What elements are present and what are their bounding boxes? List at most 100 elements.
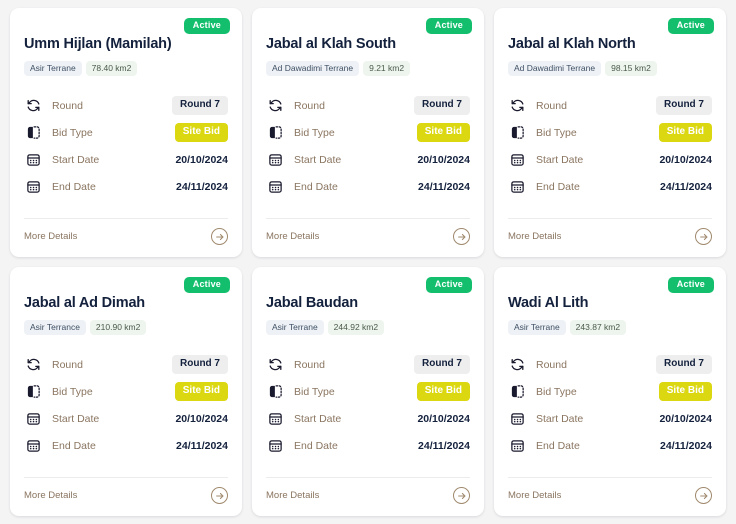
status-badge: Active: [184, 277, 230, 293]
status-badge: Active: [668, 277, 714, 293]
tag-row: Asir Terrane 244.92 km2: [266, 320, 470, 336]
tender-card-6[interactable]: Active Wadi Al Lith Asir Terrane 243.87 …: [494, 267, 726, 516]
end-date-value: 24/11/2024: [660, 181, 712, 193]
refresh-cycle-icon: [266, 97, 284, 115]
card-title: Wadi Al Lith: [508, 295, 712, 312]
refresh-cycle-icon: [24, 356, 42, 374]
row-label-start-date: Start Date: [52, 413, 175, 425]
card-footer[interactable]: More Details: [266, 478, 470, 506]
terrane-tag: Asir Terrance: [24, 320, 86, 336]
row-label-end-date: End Date: [52, 440, 176, 452]
contrast-split-icon: [508, 383, 526, 401]
tender-card-grid: Active Umm Hijlan (Mamilah) Asir Terrane…: [0, 0, 736, 524]
start-date-value: 20/10/2024: [417, 154, 470, 166]
row-label-bid-type: Bid Type: [52, 127, 175, 139]
status-badge: Active: [426, 18, 472, 34]
card-footer[interactable]: More Details: [266, 219, 470, 247]
row-round: Round Round 7: [266, 92, 470, 119]
row-end-date: End Date 24/11/2024: [266, 173, 470, 200]
calendar-icon: [508, 437, 526, 455]
area-tag: 210.90 km2: [90, 320, 146, 336]
arrow-right-circle-icon[interactable]: [453, 487, 470, 504]
more-details-label[interactable]: More Details: [24, 231, 77, 242]
row-end-date: End Date 24/11/2024: [508, 432, 712, 459]
card-title: Umm Hijlan (Mamilah): [24, 36, 228, 53]
end-date-value: 24/11/2024: [418, 440, 470, 452]
row-bid-type: Bid Type Site Bid: [266, 378, 470, 405]
more-details-label[interactable]: More Details: [24, 490, 77, 501]
arrow-right-circle-icon[interactable]: [453, 228, 470, 245]
row-label-end-date: End Date: [294, 181, 418, 193]
start-date-value: 20/10/2024: [175, 154, 228, 166]
more-details-label[interactable]: More Details: [266, 490, 319, 501]
row-round: Round Round 7: [508, 351, 712, 378]
calendar-icon: [508, 178, 526, 196]
row-label-start-date: Start Date: [294, 413, 417, 425]
terrane-tag: Asir Terrane: [508, 320, 566, 336]
card-footer[interactable]: More Details: [508, 478, 712, 506]
tender-card-2[interactable]: Active Jabal al Klah South Ad Dawadimi T…: [252, 8, 484, 257]
bid-type-value: Site Bid: [659, 123, 712, 142]
tender-card-3[interactable]: Active Jabal al Klah North Ad Dawadimi T…: [494, 8, 726, 257]
detail-rows: Round Round 7 Bid Type Site Bid: [266, 92, 470, 200]
more-details-label[interactable]: More Details: [508, 231, 561, 242]
calendar-icon: [24, 151, 42, 169]
bid-type-value: Site Bid: [417, 382, 470, 401]
row-end-date: End Date 24/11/2024: [266, 432, 470, 459]
tag-row: Ad Dawadimi Terrane 98.15 km2: [508, 61, 712, 77]
row-start-date: Start Date 20/10/2024: [508, 146, 712, 173]
arrow-right-circle-icon[interactable]: [695, 487, 712, 504]
card-footer[interactable]: More Details: [24, 219, 228, 247]
area-tag: 243.87 km2: [570, 320, 626, 336]
row-label-start-date: Start Date: [536, 154, 659, 166]
area-tag: 244.92 km2: [328, 320, 384, 336]
status-badge: Active: [426, 277, 472, 293]
row-start-date: Start Date 20/10/2024: [266, 405, 470, 432]
round-value: Round 7: [414, 96, 470, 115]
round-value: Round 7: [414, 355, 470, 374]
card-title: Jabal al Ad Dimah: [24, 295, 228, 312]
contrast-split-icon: [24, 383, 42, 401]
end-date-value: 24/11/2024: [418, 181, 470, 193]
row-label-bid-type: Bid Type: [294, 127, 417, 139]
detail-rows: Round Round 7 Bid Type Site Bid: [508, 351, 712, 459]
row-label-bid-type: Bid Type: [536, 127, 659, 139]
detail-rows: Round Round 7 Bid Type Site Bid: [24, 92, 228, 200]
card-title: Jabal al Klah South: [266, 36, 470, 53]
refresh-cycle-icon: [266, 356, 284, 374]
card-footer[interactable]: More Details: [508, 219, 712, 247]
arrow-right-circle-icon[interactable]: [211, 487, 228, 504]
area-tag: 9.21 km2: [363, 61, 410, 77]
row-round: Round Round 7: [508, 92, 712, 119]
arrow-right-circle-icon[interactable]: [695, 228, 712, 245]
row-round: Round Round 7: [24, 92, 228, 119]
terrane-tag: Asir Terrane: [266, 320, 324, 336]
row-end-date: End Date 24/11/2024: [24, 173, 228, 200]
more-details-label[interactable]: More Details: [508, 490, 561, 501]
row-label-bid-type: Bid Type: [52, 386, 175, 398]
refresh-cycle-icon: [508, 356, 526, 374]
tender-card-5[interactable]: Active Jabal Baudan Asir Terrane 244.92 …: [252, 267, 484, 516]
row-label-end-date: End Date: [536, 181, 660, 193]
row-label-round: Round: [536, 359, 656, 371]
tender-card-4[interactable]: Active Jabal al Ad Dimah Asir Terrance 2…: [10, 267, 242, 516]
calendar-icon: [508, 151, 526, 169]
bid-type-value: Site Bid: [659, 382, 712, 401]
area-tag: 78.40 km2: [86, 61, 138, 77]
row-bid-type: Bid Type Site Bid: [508, 119, 712, 146]
round-value: Round 7: [172, 96, 228, 115]
row-label-start-date: Start Date: [536, 413, 659, 425]
end-date-value: 24/11/2024: [176, 440, 228, 452]
more-details-label[interactable]: More Details: [266, 231, 319, 242]
row-start-date: Start Date 20/10/2024: [266, 146, 470, 173]
card-footer[interactable]: More Details: [24, 478, 228, 506]
start-date-value: 20/10/2024: [175, 413, 228, 425]
detail-rows: Round Round 7 Bid Type Site Bid: [24, 351, 228, 459]
tender-card-1[interactable]: Active Umm Hijlan (Mamilah) Asir Terrane…: [10, 8, 242, 257]
row-start-date: Start Date 20/10/2024: [24, 405, 228, 432]
row-end-date: End Date 24/11/2024: [24, 432, 228, 459]
row-start-date: Start Date 20/10/2024: [24, 146, 228, 173]
calendar-icon: [266, 437, 284, 455]
arrow-right-circle-icon[interactable]: [211, 228, 228, 245]
refresh-cycle-icon: [508, 97, 526, 115]
